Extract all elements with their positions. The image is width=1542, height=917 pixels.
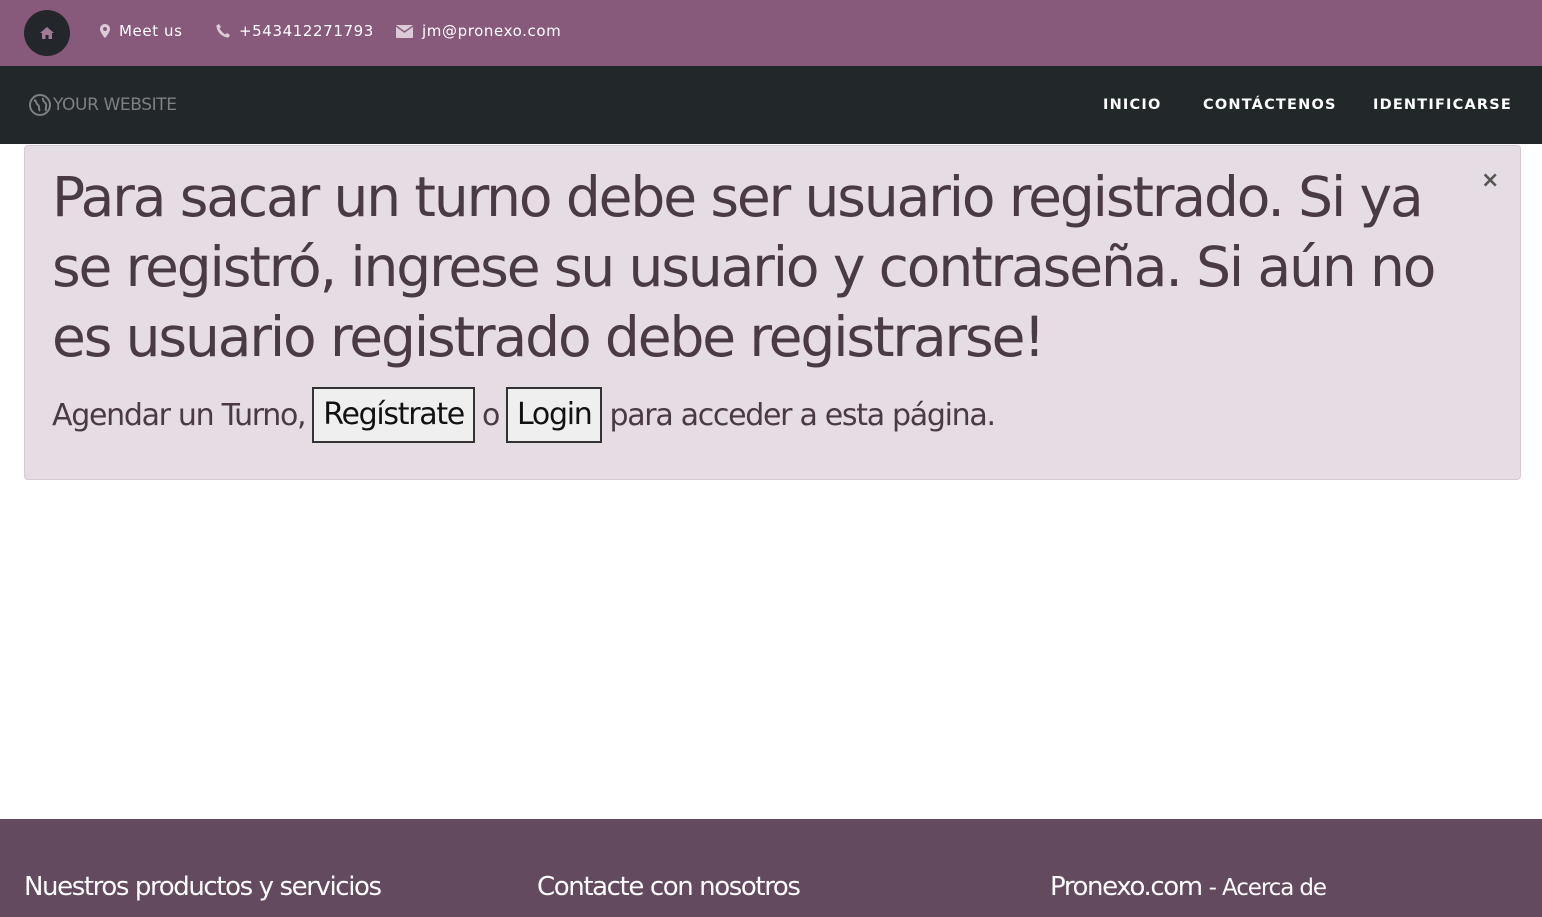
footer-contact-heading: Contacte con nosotros — [537, 872, 801, 902]
nav-link-contactenos[interactable]: CONTÁCTENOS — [1203, 94, 1337, 116]
envelope-icon — [396, 24, 413, 38]
alert-heading: Para sacar un turno debe ser usuario reg… — [52, 165, 1436, 369]
email-link[interactable]: jm@pronexo.com — [396, 20, 561, 42]
close-icon[interactable]: × — [1481, 170, 1499, 192]
nav-link-identificarse[interactable]: IDENTIFICARSE — [1373, 94, 1512, 116]
phone-icon — [216, 24, 230, 38]
brand-label: YOUR WEBSITE — [53, 95, 177, 115]
site-footer: Nuestros productos y servicios Contacte … — [0, 819, 1542, 917]
map-marker-icon — [100, 24, 110, 38]
home-button[interactable] — [24, 10, 70, 56]
home-icon — [40, 27, 54, 39]
footer-about-heading: Pronexo.com - Acerca de — [1050, 869, 1327, 905]
alert-suffix-text: para acceder a esta página. — [609, 397, 996, 433]
registration-alert: Para sacar un turno debe ser usuario reg… — [24, 145, 1521, 480]
site-brand[interactable]: YOUR WEBSITE — [29, 94, 177, 116]
alert-action-line: Agendar un Turno, Regístrate o Login par… — [52, 387, 996, 443]
meet-us-label: Meet us — [119, 22, 183, 40]
nav-link-inicio[interactable]: INICIO — [1103, 94, 1162, 116]
phone-link[interactable]: +543412271793 — [216, 20, 374, 42]
register-button[interactable]: Regístrate — [312, 387, 475, 443]
globe-icon — [29, 94, 51, 116]
alert-prefix-text: Agendar un Turno, — [52, 397, 307, 433]
footer-about-sub: - Acerca de — [1208, 875, 1327, 901]
footer-company-name: Pronexo.com — [1050, 872, 1203, 902]
footer-products-heading: Nuestros productos y servicios — [24, 872, 382, 902]
email-address: jm@pronexo.com — [422, 22, 562, 40]
top-info-bar: Meet us +543412271793 jm@pronexo.com — [0, 0, 1542, 66]
login-button[interactable]: Login — [506, 387, 603, 443]
alert-or-text: o — [481, 397, 500, 433]
meet-us-link[interactable]: Meet us — [100, 20, 183, 42]
main-navbar: YOUR WEBSITE INICIO CONTÁCTENOS IDENTIFI… — [0, 66, 1542, 144]
phone-number: +543412271793 — [239, 22, 374, 40]
